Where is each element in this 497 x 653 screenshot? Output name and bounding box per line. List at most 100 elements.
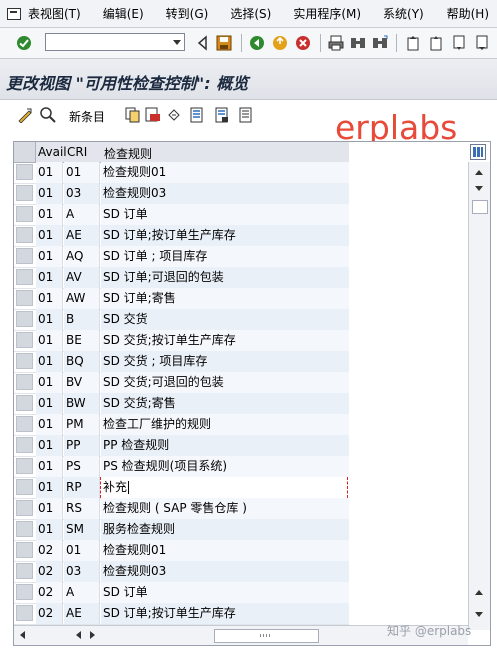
- table-settings-icon[interactable]: [470, 144, 486, 160]
- row-selector[interactable]: [16, 542, 33, 558]
- menu-goto[interactable]: 转到(G): [166, 5, 209, 22]
- select-block-icon[interactable]: [214, 107, 230, 123]
- delete-icon[interactable]: [145, 107, 161, 123]
- cell-check-rule[interactable]: 服务检查规则: [101, 519, 349, 540]
- last-page-icon[interactable]: [474, 35, 490, 51]
- cell-check-rule[interactable]: 检查规则01: [101, 540, 349, 561]
- menu-edit[interactable]: 编辑(E): [103, 5, 144, 22]
- table-row[interactable]: 02 AE SD 订单;按订单生产库存: [14, 603, 349, 625]
- row-selector[interactable]: [16, 332, 33, 348]
- display-change-icon[interactable]: [17, 107, 33, 123]
- cell-check-rule[interactable]: 检查规则01: [101, 162, 349, 183]
- table-row[interactable]: 01 PS PS 检查规则(项目系统): [14, 456, 349, 478]
- row-selector[interactable]: [16, 479, 33, 495]
- command-field[interactable]: [45, 33, 185, 51]
- cell-check-rule[interactable]: SD 交货;按订单生产库存: [101, 330, 349, 351]
- table-row[interactable]: 01 AW SD 订单;寄售: [14, 288, 349, 310]
- row-selector[interactable]: [16, 311, 33, 327]
- cell-check-rule[interactable]: SD 交货 ; 项目库存: [101, 351, 349, 372]
- cell-check-rule[interactable]: 检查规则 ( SAP 零售仓库 ): [101, 498, 349, 519]
- row-selector[interactable]: [16, 248, 33, 264]
- table-row[interactable]: 01 RS 检查规则 ( SAP 零售仓库 ): [14, 498, 349, 520]
- chevron-down-icon[interactable]: [173, 40, 181, 45]
- table-row[interactable]: 01 BW SD 交货;寄售: [14, 393, 349, 415]
- system-menu-icon[interactable]: [6, 6, 22, 22]
- table-row[interactable]: 01 BV SD 交货;可退回的包装: [14, 372, 349, 394]
- scroll-down-icon[interactable]: [475, 612, 483, 617]
- deselect-all-icon[interactable]: [238, 107, 254, 123]
- exit-icon[interactable]: [272, 35, 288, 51]
- row-selector[interactable]: [16, 605, 33, 621]
- copy-as-icon[interactable]: [125, 107, 141, 123]
- new-entries-button[interactable]: 新条目: [69, 108, 105, 125]
- table-row[interactable]: 01 BQ SD 交货 ; 项目库存: [14, 351, 349, 373]
- table-row[interactable]: 01 AV SD 订单;可退回的包装: [14, 267, 349, 289]
- column-header-cri[interactable]: CRI: [67, 145, 87, 159]
- row-selector[interactable]: [16, 521, 33, 537]
- cell-check-rule[interactable]: 检查规则03: [101, 183, 349, 204]
- row-selector[interactable]: [16, 416, 33, 432]
- cell-check-rule[interactable]: SD 交货;可退回的包装: [101, 372, 349, 393]
- print-icon[interactable]: [328, 35, 344, 51]
- menu-table-view[interactable]: 表视图(T): [28, 5, 81, 22]
- table-row[interactable]: 02 03 检查规则03: [14, 561, 349, 583]
- table-row[interactable]: 02 01 检查规则01: [14, 540, 349, 562]
- scroll-up-icon[interactable]: [475, 170, 483, 175]
- back-triangle-icon[interactable]: [195, 35, 211, 51]
- table-row[interactable]: 01 PM 检查工厂维护的规则: [14, 414, 349, 436]
- menu-selection[interactable]: 选择(S): [230, 5, 271, 22]
- row-selector[interactable]: [16, 206, 33, 222]
- cell-check-rule[interactable]: PS 检查规则(项目系统): [101, 456, 349, 477]
- column-header-avail[interactable]: Avail: [38, 145, 67, 159]
- find-icon[interactable]: [350, 35, 366, 51]
- cell-check-rule[interactable]: SD 订单;按订单生产库存: [101, 225, 349, 246]
- vertical-scrollbar[interactable]: [468, 162, 490, 630]
- cell-check-rule[interactable]: 检查工厂维护的规则: [101, 414, 349, 435]
- scroll-right-icon[interactable]: [90, 631, 95, 639]
- row-selector[interactable]: [16, 563, 33, 579]
- table-row[interactable]: 01 BE SD 交货;按订单生产库存: [14, 330, 349, 352]
- table-row[interactable]: 01 SM 服务检查规则: [14, 519, 349, 541]
- horizontal-scroll-thumb[interactable]: [214, 629, 319, 643]
- row-selector[interactable]: [16, 584, 33, 600]
- table-row[interactable]: 01 A SD 订单: [14, 204, 349, 226]
- cell-check-rule[interactable]: 检查规则03: [101, 561, 349, 582]
- cell-check-rule[interactable]: SD 交货: [101, 309, 349, 330]
- table-row[interactable]: 01 01 检查规则01: [14, 162, 349, 184]
- first-page-icon[interactable]: [405, 35, 421, 51]
- row-selector[interactable]: [16, 185, 33, 201]
- prev-page-icon[interactable]: [428, 35, 444, 51]
- scroll-down-small-icon[interactable]: [475, 186, 483, 191]
- cell-check-rule[interactable]: SD 订单;按订单生产库存: [101, 603, 349, 624]
- table-row[interactable]: 02 A SD 订单: [14, 582, 349, 604]
- cancel-icon[interactable]: [295, 35, 311, 51]
- row-selector[interactable]: [16, 500, 33, 516]
- menu-utilities[interactable]: 实用程序(M): [293, 5, 361, 22]
- scroll-left-icon[interactable]: [76, 631, 81, 639]
- green-back-icon[interactable]: [249, 35, 265, 51]
- table-row[interactable]: 01 03 检查规则03: [14, 183, 349, 205]
- menu-system[interactable]: 系统(Y): [383, 5, 424, 22]
- row-selector[interactable]: [16, 458, 33, 474]
- enter-check-icon[interactable]: [16, 35, 32, 51]
- menu-help[interactable]: 帮助(H): [447, 5, 489, 22]
- scroll-page-up-icon[interactable]: [475, 590, 483, 595]
- table-row[interactable]: 01 AE SD 订单;按订单生产库存: [14, 225, 349, 247]
- select-all-column-button[interactable]: [14, 142, 36, 162]
- vertical-scroll-thumb[interactable]: [472, 200, 488, 214]
- details-icon[interactable]: [40, 107, 56, 123]
- row-selector[interactable]: [16, 227, 33, 243]
- cell-check-rule[interactable]: SD 订单;可退回的包装: [101, 267, 349, 288]
- row-selector[interactable]: [16, 374, 33, 390]
- scroll-left-start-icon[interactable]: [20, 631, 25, 639]
- cell-check-rule[interactable]: SD 订单;寄售: [101, 288, 349, 309]
- undo-icon[interactable]: [166, 107, 182, 123]
- save-icon[interactable]: [216, 35, 232, 51]
- row-selector[interactable]: [16, 395, 33, 411]
- row-selector[interactable]: [16, 290, 33, 306]
- table-row[interactable]: 01 RP 补充: [14, 477, 349, 499]
- row-selector[interactable]: [16, 437, 33, 453]
- table-row[interactable]: 01 PP PP 检查规则: [14, 435, 349, 457]
- table-row[interactable]: 01 B SD 交货: [14, 309, 349, 331]
- column-header-check-rule[interactable]: 检查规则: [104, 145, 152, 162]
